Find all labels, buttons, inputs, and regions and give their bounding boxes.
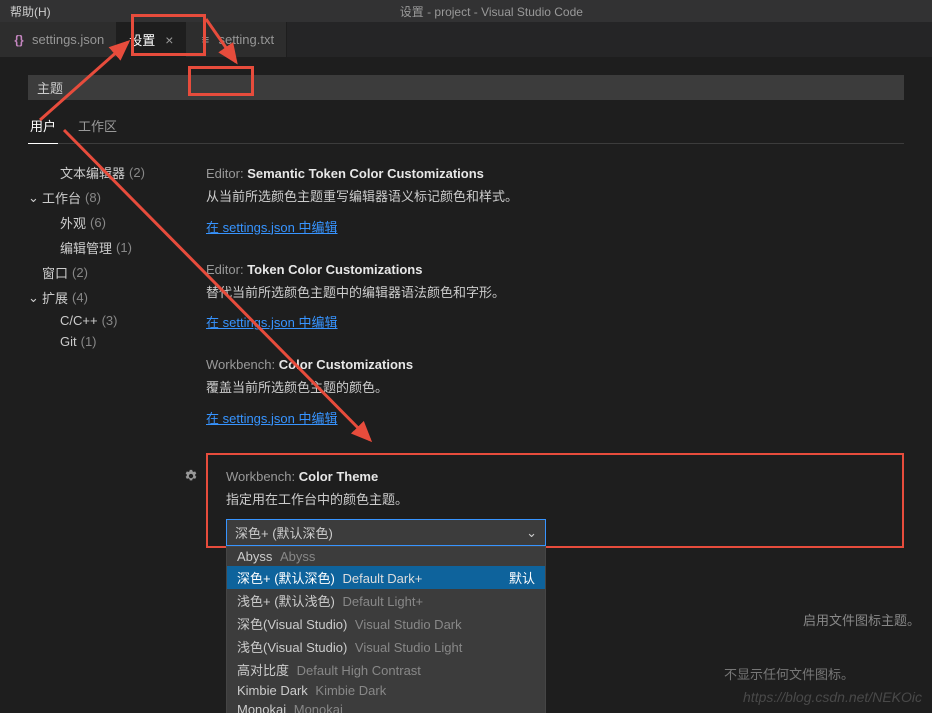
settings-toc: 文本编辑器 (2)⌄工作台 (8)外观 (6)编辑管理 (1)窗口 (2)⌄扩展…	[28, 158, 178, 548]
dropdown-option[interactable]: 浅色+ (默认浅色) Default Light+	[227, 589, 545, 612]
dropdown-option[interactable]: Kimbie Dark Kimbie Dark	[227, 681, 545, 700]
chevron-down-icon: ⌄	[526, 525, 537, 541]
setting-item: Workbench: Color Customizations覆盖当前所选颜色主…	[206, 357, 904, 427]
edit-in-json-link[interactable]: 在 settings.json 中编辑	[206, 220, 338, 235]
menu-help[interactable]: 帮助(H)	[10, 3, 51, 20]
setting-item: Editor: Token Color Customizations替代当前所选…	[206, 262, 904, 332]
toc-item[interactable]: 窗口 (2)	[28, 260, 178, 285]
json-icon: {}	[12, 33, 26, 47]
tab-label: setting.txt	[218, 32, 274, 47]
window-title: 设置 - project - Visual Studio Code	[51, 3, 932, 20]
settings-list: Editor: Semantic Token Color Customizati…	[206, 158, 904, 548]
text-icon: ≡	[198, 33, 212, 47]
edit-in-json-link[interactable]: 在 settings.json 中编辑	[206, 411, 338, 426]
tab-user[interactable]: 用户	[28, 112, 58, 143]
toc-item[interactable]: ⌄扩展 (4)	[28, 285, 178, 310]
setting-item: Editor: Semantic Token Color Customizati…	[206, 166, 904, 236]
title-bar: 帮助(H) 设置 - project - Visual Studio Code	[0, 0, 932, 22]
tab-label: settings.json	[32, 32, 104, 47]
toc-item[interactable]: Git (1)	[28, 331, 178, 352]
dropdown-option[interactable]: 深色(Visual Studio) Visual Studio Dark	[227, 612, 545, 635]
icon-theme-hint: 启用文件图标主题。	[803, 610, 920, 629]
dropdown-option[interactable]: 深色+ (默认深色) Default Dark+默认	[227, 566, 545, 589]
tab-bar: {} settings.json 设置 × ≡ setting.txt	[0, 22, 932, 57]
theme-dropdown[interactable]: 深色+ (默认深色) ⌄	[226, 519, 546, 546]
dropdown-option[interactable]: 浅色(Visual Studio) Visual Studio Light	[227, 635, 545, 658]
close-icon[interactable]: ×	[165, 32, 173, 48]
toc-item[interactable]: 编辑管理 (1)	[28, 235, 178, 260]
theme-dropdown-list: Abyss Abyss深色+ (默认深色) Default Dark+默认浅色+…	[226, 546, 546, 713]
toc-item[interactable]: ⌄工作台 (8)	[28, 185, 178, 210]
edit-in-json-link[interactable]: 在 settings.json 中编辑	[206, 315, 338, 330]
tab-settings-json[interactable]: {} settings.json	[0, 22, 117, 57]
color-theme-setting: Workbench: Color Theme 指定用在工作台中的颜色主题。 深色…	[206, 453, 904, 549]
scope-tabs: 用户 工作区	[28, 112, 904, 144]
gear-icon[interactable]	[184, 469, 198, 486]
setting-description: 指定用在工作台中的颜色主题。	[226, 490, 884, 510]
toc-item[interactable]: 文本编辑器 (2)	[28, 160, 178, 185]
toc-item[interactable]: 外观 (6)	[28, 210, 178, 235]
tab-label: 设置	[129, 30, 155, 49]
dropdown-selected: 深色+ (默认深色)	[235, 523, 333, 542]
tab-setting-txt[interactable]: ≡ setting.txt	[186, 22, 287, 57]
tab-settings[interactable]: 设置 ×	[117, 22, 186, 57]
toc-item[interactable]: C/C++ (3)	[28, 310, 178, 331]
setting-title: Workbench: Color Theme	[226, 469, 884, 484]
tab-workspace[interactable]: 工作区	[76, 112, 119, 143]
watermark: https://blog.csdn.net/NEKOic	[743, 689, 922, 705]
dropdown-option[interactable]: Abyss Abyss	[227, 547, 545, 566]
dropdown-option[interactable]: Monokai Monokai	[227, 700, 545, 713]
no-icon-hint: 不显示任何文件图标。	[724, 664, 854, 683]
dropdown-option[interactable]: 高对比度 Default High Contrast	[227, 658, 545, 681]
settings-search-input[interactable]	[28, 75, 904, 100]
